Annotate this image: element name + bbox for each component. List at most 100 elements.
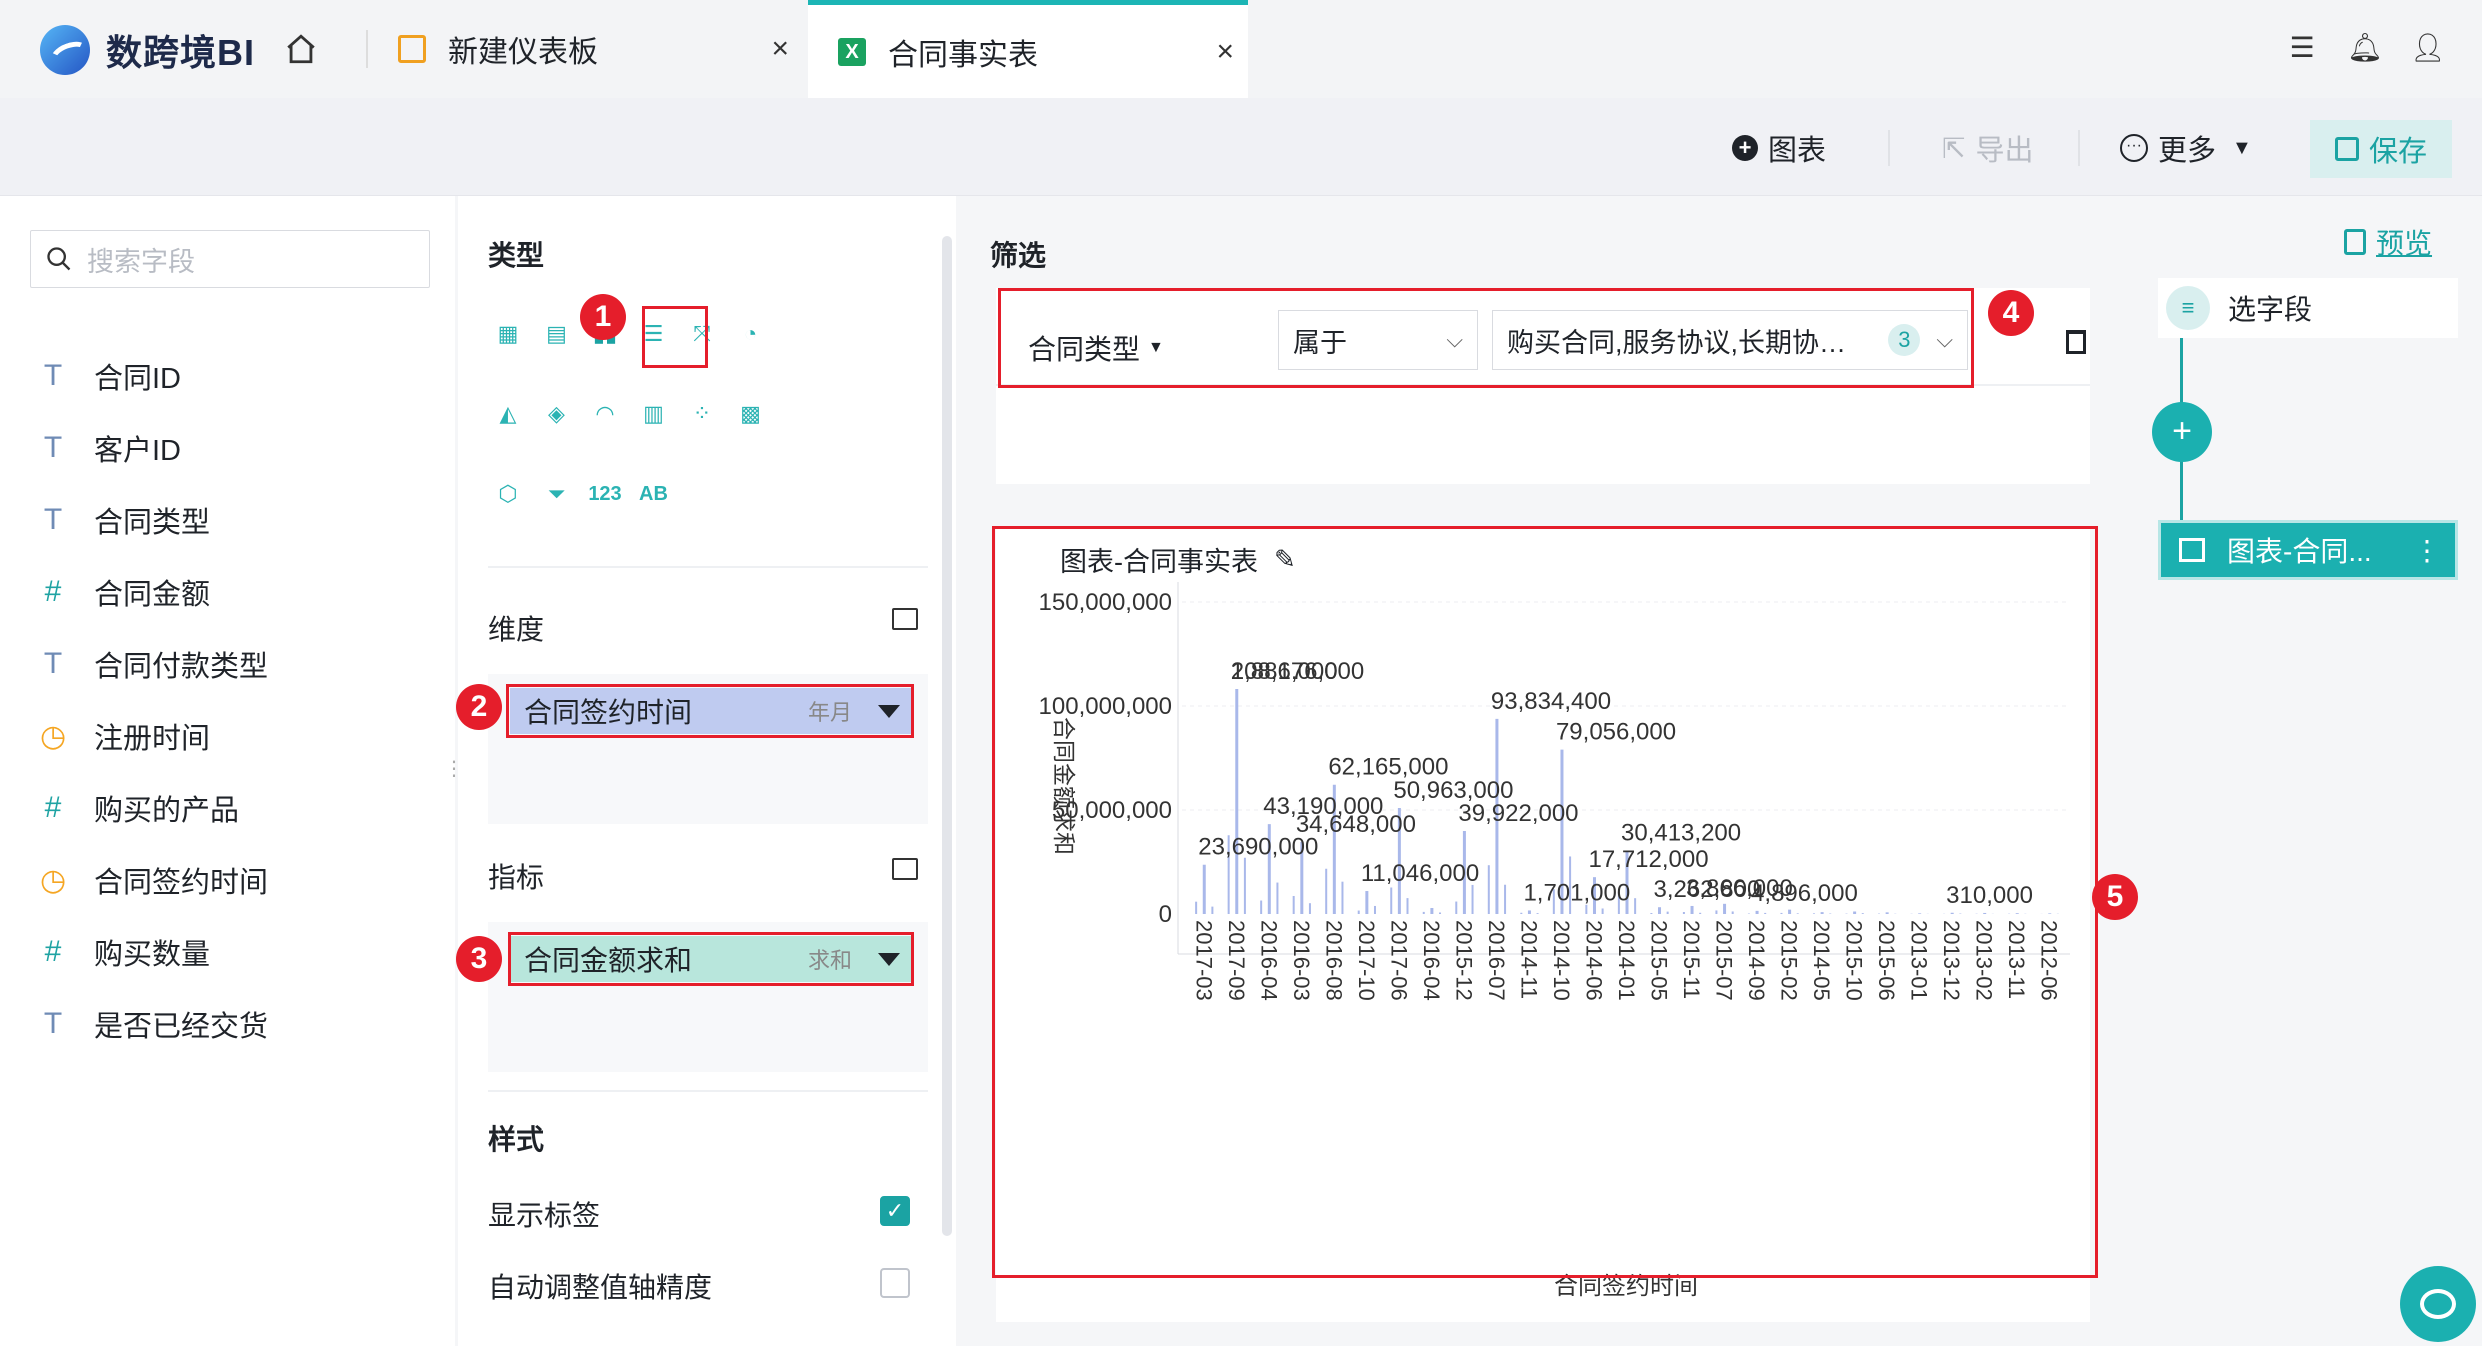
annotation-badge-5: 5 — [2092, 874, 2138, 920]
pie-chart-icon[interactable]: ◔ — [731, 314, 771, 354]
field-item[interactable]: # 购买数量 — [40, 930, 210, 974]
word-cloud-icon[interactable]: AB — [634, 474, 674, 514]
text-type-icon: T — [43, 647, 63, 680]
chat-support-button[interactable] — [2400, 1266, 2476, 1342]
stacked-bar-icon[interactable]: ▥ — [634, 394, 674, 434]
annotation-badge-2: 2 — [456, 684, 502, 730]
chat-icon — [2420, 1289, 2456, 1319]
more-label: 更多 — [2158, 135, 2217, 167]
field-select-icon: ≡ — [2166, 286, 2210, 330]
add-chart-button[interactable]: + 图表 — [1732, 128, 1826, 168]
field-label: 合同签约时间 — [94, 867, 269, 899]
preview-icon — [2344, 229, 2366, 255]
china-map-icon[interactable]: ◈ — [537, 394, 577, 434]
tab-contract-table[interactable]: X 合同事实表 × — [808, 0, 1248, 98]
task-list-icon[interactable]: ☰ — [2286, 32, 2318, 64]
field-label: 购买的产品 — [94, 795, 240, 827]
treemap-icon[interactable]: ▩ — [731, 394, 771, 434]
field-item[interactable]: T 是否已经交货 — [40, 1002, 268, 1046]
field-item[interactable]: T 合同ID — [40, 354, 181, 398]
annotation-box-5 — [992, 526, 2098, 1278]
bar-chart-icon — [2179, 538, 2205, 562]
style-title: 样式 — [488, 1124, 545, 1155]
flow-step1-label: 选字段 — [2228, 294, 2313, 325]
annotation-box-3 — [508, 932, 914, 986]
config-scrollbar[interactable] — [942, 236, 952, 1236]
divider — [488, 566, 928, 568]
dimension-title: 维度 — [488, 614, 545, 645]
field-item[interactable]: ◷ 注册时间 — [40, 714, 210, 758]
home-icon[interactable] — [284, 32, 318, 66]
logo-icon — [40, 25, 90, 75]
export-label: 导出 — [1975, 135, 2034, 167]
search-icon — [47, 247, 71, 271]
area-chart-icon[interactable]: ◭ — [488, 394, 528, 434]
number-type-icon: # — [44, 791, 62, 824]
close-icon[interactable]: × — [771, 32, 789, 66]
more-vertical-icon[interactable]: ⋮ — [2413, 534, 2441, 567]
preview-link[interactable]: 预览 — [2344, 222, 2432, 262]
field-panel: 搜索字段 T 合同ID T 客户ID T 合同类型 # 合同金额 T 合同付款类型 ◷ 注册时间 # 购买… — [0, 196, 464, 1346]
plus-circle-icon: + — [1732, 135, 1758, 161]
number-card-icon[interactable]: 123 — [585, 474, 625, 514]
tab-dashboard[interactable]: 新建仪表板 × — [368, 0, 803, 98]
field-item[interactable]: ◷ 合同签约时间 — [40, 858, 268, 902]
annotation-badge-3: 3 — [456, 936, 502, 982]
show-labels-label: 显示标签 — [488, 1200, 601, 1231]
field-item[interactable]: T 合同付款类型 — [40, 642, 268, 686]
export-button[interactable]: ⇱ 导出 — [1942, 128, 2033, 168]
field-label: 是否已经交货 — [94, 1011, 269, 1043]
funnel-icon[interactable]: ⏷ — [537, 474, 577, 514]
app-logo[interactable]: 数跨境BI — [40, 24, 255, 76]
table-icon[interactable]: ▦ — [488, 314, 528, 354]
excel-icon: X — [838, 37, 866, 66]
text-type-icon: T — [43, 1007, 63, 1040]
cross-table-icon[interactable]: ▤ — [537, 314, 577, 354]
scatter-icon[interactable]: ⁘ — [682, 394, 722, 434]
flow-step-select-fields[interactable]: ≡ 选字段 — [2158, 278, 2458, 338]
field-label: 注册时间 — [94, 723, 211, 755]
annotation-badge-1: 1 — [580, 294, 626, 340]
radar-icon[interactable]: ⬡ — [488, 474, 528, 514]
search-input[interactable]: 搜索字段 — [30, 230, 430, 288]
auto-axis-label: 自动调整值轴精度 — [488, 1272, 713, 1303]
caret-down-icon: ▼ — [2232, 136, 2252, 159]
add-chart-label: 图表 — [1768, 135, 1827, 167]
toolbar-divider — [1888, 130, 1890, 166]
tab-label: 新建仪表板 — [448, 36, 598, 69]
text-type-icon: T — [43, 503, 63, 536]
auto-axis-checkbox[interactable] — [880, 1268, 910, 1298]
field-item[interactable]: T 合同类型 — [40, 498, 210, 542]
divider — [488, 1090, 928, 1092]
field-item[interactable]: # 合同金额 — [40, 570, 210, 614]
show-labels-checkbox[interactable]: ✓ — [880, 1196, 910, 1226]
save-button[interactable]: 保存 — [2310, 120, 2452, 178]
flow-step-chart[interactable]: 图表-合同... ⋮ — [2158, 520, 2458, 580]
close-icon[interactable]: × — [1216, 35, 1234, 69]
gauge-icon[interactable]: ◠ — [585, 394, 625, 434]
flow-panel: 预览 ≡ 选字段 + 图表-合同... ⋮ — [2128, 196, 2482, 1346]
dimension-settings-icon[interactable] — [892, 608, 918, 630]
field-item[interactable]: # 购买的产品 — [40, 786, 239, 830]
number-type-icon: # — [44, 935, 62, 968]
more-icon: ··· — [2120, 134, 2148, 162]
type-title: 类型 — [488, 240, 545, 271]
export-icon: ⇱ — [1942, 132, 1966, 164]
trash-icon[interactable] — [2066, 330, 2086, 354]
search-placeholder: 搜索字段 — [87, 246, 195, 277]
metric-title: 指标 — [488, 862, 545, 893]
field-label: 合同类型 — [94, 507, 211, 539]
metric-settings-icon[interactable] — [892, 858, 918, 880]
user-icon[interactable]: 👤︎ — [2410, 32, 2446, 64]
bell-icon[interactable]: 🔔︎ — [2347, 32, 2383, 64]
annotation-box-2 — [506, 684, 914, 738]
number-type-icon: # — [44, 575, 62, 608]
field-label: 合同金额 — [94, 579, 211, 611]
more-button[interactable]: ··· 更多 ▼ — [2120, 128, 2252, 168]
tab-label: 合同事实表 — [888, 38, 1038, 72]
config-panel: 类型 ▦▤▮▮☰⤧◔◭◈◠▥⁘▩⬡⏷123AB 维度 合同签约时间 年月 指标 … — [458, 196, 956, 1346]
date-type-icon: ◷ — [40, 863, 67, 897]
add-step-button[interactable]: + — [2152, 402, 2212, 462]
text-type-icon: T — [43, 359, 63, 392]
field-item[interactable]: T 客户ID — [40, 426, 181, 470]
